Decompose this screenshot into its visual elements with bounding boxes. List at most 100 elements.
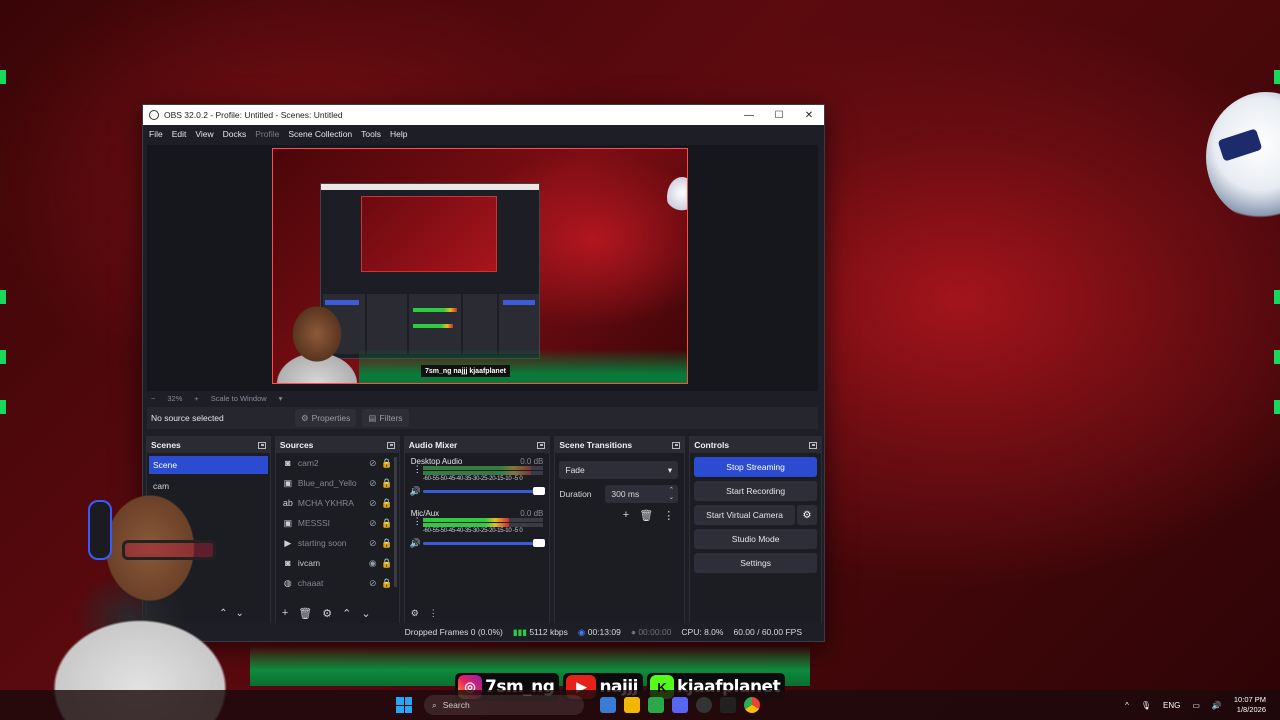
- close-button[interactable]: ✕: [794, 105, 824, 125]
- source-item[interactable]: ab MCHA YKHRA ⊘ 🔒: [276, 493, 399, 513]
- sources-scrollbar[interactable]: [393, 457, 397, 587]
- maximize-button[interactable]: ☐: [764, 105, 794, 125]
- app-icon[interactable]: [672, 697, 688, 713]
- taskbar-search[interactable]: ⌕ Search: [424, 695, 584, 715]
- language-indicator[interactable]: ENG: [1163, 701, 1180, 710]
- start-recording-button[interactable]: Start Recording: [694, 481, 817, 501]
- menu-tools[interactable]: Tools: [361, 129, 381, 139]
- cpu-usage: CPU: 8.0%: [681, 627, 724, 637]
- speaker-icon[interactable]: 🔊: [410, 538, 421, 549]
- lock-icon[interactable]: 🔒: [380, 558, 394, 569]
- add-icon[interactable]: +: [623, 509, 629, 522]
- zoom-in-button[interactable]: +: [194, 394, 198, 403]
- start-virtual-camera-button[interactable]: Start Virtual Camera: [694, 505, 795, 525]
- eye-hidden-icon[interactable]: ⊘: [366, 478, 380, 489]
- menu-view[interactable]: View: [195, 129, 213, 139]
- add-icon[interactable]: +: [282, 607, 288, 619]
- eye-hidden-icon[interactable]: ⊘: [366, 498, 380, 509]
- menu-docks[interactable]: Docks: [223, 129, 247, 139]
- duration-value: 300 ms: [611, 489, 640, 499]
- chevron-up-icon[interactable]: ^: [1125, 701, 1129, 710]
- source-item[interactable]: ▣ MESSSI ⊘ 🔒: [276, 513, 399, 533]
- lock-icon[interactable]: 🔒: [380, 478, 394, 489]
- menu-edit[interactable]: Edit: [172, 129, 187, 139]
- properties-button[interactable]: ⚙ Properties: [295, 409, 357, 427]
- float-icon[interactable]: [809, 441, 817, 449]
- source-item[interactable]: ▣ Blue_and_Yello ⊘ 🔒: [276, 473, 399, 493]
- lock-icon[interactable]: 🔒: [380, 458, 394, 469]
- obs-icon[interactable]: [696, 697, 712, 713]
- lock-icon[interactable]: 🔒: [380, 498, 394, 509]
- gear-icon[interactable]: ⚙: [322, 607, 332, 620]
- app-icon[interactable]: [624, 697, 640, 713]
- gear-icon[interactable]: ⚙: [797, 505, 817, 525]
- lock-icon[interactable]: 🔒: [380, 578, 394, 589]
- volume-slider[interactable]: [422, 539, 545, 547]
- more-options-icon[interactable]: ⋮: [413, 517, 422, 526]
- windows-start-icon[interactable]: [396, 697, 412, 713]
- more-options-icon[interactable]: ⋮: [413, 465, 422, 474]
- meter-fill: [422, 466, 531, 470]
- source-name: starting soon: [297, 538, 347, 548]
- transitions-header: Scene Transitions: [555, 437, 685, 453]
- more-options-icon[interactable]: ⋮: [663, 509, 674, 522]
- volume-knob[interactable]: [532, 539, 545, 547]
- float-icon[interactable]: [537, 441, 546, 449]
- scale-mode[interactable]: Scale to Window: [211, 394, 267, 403]
- minimize-button[interactable]: —: [734, 105, 764, 125]
- scene-item[interactable]: Scene: [149, 456, 268, 474]
- source-item[interactable]: ◙ cam2 ⊘ 🔒: [276, 453, 399, 473]
- app-icon[interactable]: [600, 697, 616, 713]
- menu-file[interactable]: File: [149, 129, 163, 139]
- title-bar[interactable]: OBS 32.0.2 - Profile: Untitled - Scenes:…: [143, 105, 824, 125]
- spinner-icon[interactable]: ⌃ ⌄: [668, 487, 674, 501]
- menu-help[interactable]: Help: [390, 129, 407, 139]
- stop-streaming-button[interactable]: Stop Streaming: [694, 457, 817, 477]
- clock[interactable]: 10:07 PM 1/8/2026: [1234, 695, 1266, 715]
- channel-db: 0.0 dB: [520, 457, 544, 466]
- lock-icon[interactable]: 🔒: [380, 518, 394, 529]
- more-options-icon[interactable]: ⋮: [429, 608, 438, 619]
- volume-knob[interactable]: [532, 487, 545, 495]
- app-icon[interactable]: [720, 697, 736, 713]
- speaker-icon[interactable]: 🔊: [410, 486, 421, 497]
- volume-slider[interactable]: [422, 487, 545, 495]
- source-item[interactable]: ▶ starting soon ⊘ 🔒: [276, 533, 399, 553]
- preview-area[interactable]: 7sm_ng najjj kjaafplanet: [147, 145, 818, 391]
- menu-scene-collection[interactable]: Scene Collection: [288, 129, 352, 139]
- float-icon[interactable]: [257, 441, 266, 449]
- filters-button[interactable]: ▤ Filters: [362, 409, 409, 427]
- move-down-icon[interactable]: ⌄: [361, 607, 370, 620]
- menu-profile[interactable]: Profile: [255, 129, 279, 139]
- preview-canvas[interactable]: 7sm_ng najjj kjaafplanet: [272, 148, 688, 384]
- eye-hidden-icon[interactable]: ⊘: [366, 538, 380, 549]
- eye-hidden-icon[interactable]: ⊘: [366, 578, 380, 589]
- studio-mode-button[interactable]: Studio Mode: [694, 529, 817, 549]
- lock-icon[interactable]: 🔒: [380, 538, 394, 549]
- app-icon[interactable]: [648, 697, 664, 713]
- mic-icon[interactable]: 🎙: [1141, 701, 1151, 710]
- meter-fill: [422, 471, 531, 475]
- source-item[interactable]: ◍ chaaat ⊘ 🔒: [276, 573, 399, 593]
- trash-icon[interactable]: 🗑: [298, 607, 312, 620]
- advanced-audio-icon[interactable]: ⚙: [411, 608, 419, 619]
- sources-footer: + 🗑 ⚙ ⌃ ⌄: [275, 603, 399, 623]
- chevron-down-icon[interactable]: ▾: [279, 394, 283, 403]
- camera-icon: ◙: [285, 558, 291, 568]
- float-icon[interactable]: [386, 441, 395, 449]
- chrome-icon[interactable]: [744, 697, 760, 713]
- duration-input[interactable]: 300 ms ⌃ ⌄: [605, 485, 679, 503]
- source-item[interactable]: ◙ ivcam ◉ 🔒: [276, 553, 399, 573]
- eye-hidden-icon[interactable]: ⊘: [366, 458, 380, 469]
- float-icon[interactable]: [672, 441, 681, 449]
- network-icon[interactable]: ▭: [1192, 701, 1200, 710]
- trash-icon[interactable]: 🗑: [639, 509, 653, 522]
- settings-button[interactable]: Settings: [694, 553, 817, 573]
- transition-select[interactable]: Fade ▾: [559, 461, 679, 479]
- volume-icon[interactable]: 🔊: [1212, 701, 1222, 710]
- fps-counter: 60.00 / 60.00 FPS: [733, 627, 802, 637]
- zoom-out-button[interactable]: −: [151, 394, 155, 403]
- eye-hidden-icon[interactable]: ⊘: [366, 518, 380, 529]
- eye-icon[interactable]: ◉: [366, 558, 380, 569]
- move-up-icon[interactable]: ⌃: [342, 607, 351, 620]
